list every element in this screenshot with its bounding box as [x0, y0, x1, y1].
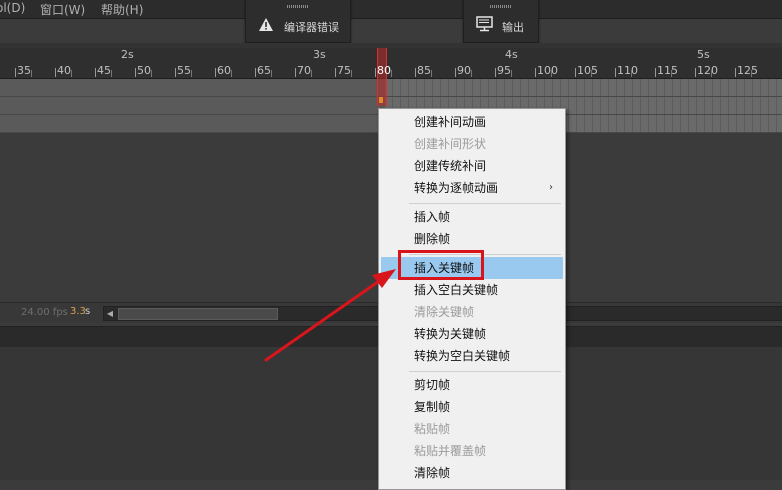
second-label: 2s [121, 48, 134, 61]
warning-icon [259, 18, 273, 31]
triangle-left-icon[interactable]: ◀ [104, 307, 116, 320]
layer-frames[interactable] [385, 79, 782, 97]
grip-handle[interactable] [490, 5, 512, 8]
frame-label: 45 [97, 64, 111, 77]
elapsed-time[interactable]: 3.3 [70, 306, 86, 317]
output-tab[interactable]: 输出 [463, 0, 539, 43]
second-label: 5s [697, 48, 710, 61]
frame-label: 75 [337, 64, 351, 77]
frame-label: 90 [457, 64, 471, 77]
output-label: 输出 [502, 21, 524, 34]
chevron-right-icon: › [549, 182, 553, 193]
frame-label: 125 [737, 64, 758, 77]
highlight-annotation-box [398, 250, 484, 280]
menu-item-convert-to-frame-by-frame[interactable]: 转换为逐帧动画 › [381, 177, 563, 199]
frame-label: 55 [177, 64, 191, 77]
menu-item-insert-frame[interactable]: 插入帧 [381, 206, 563, 228]
fps-readout[interactable]: 24.00 fps [21, 307, 68, 318]
frame-label: 65 [257, 64, 271, 77]
menu-item-clear-frames[interactable]: 清除帧 [381, 462, 563, 484]
menu-item-copy-frames[interactable]: 复制帧 [381, 396, 563, 418]
menu-control[interactable]: ol(D) [0, 1, 25, 15]
menu-item-paste-and-overwrite-frames[interactable]: 粘贴并覆盖帧 [381, 440, 563, 462]
menu-item-create-classic-tween[interactable]: 创建传统补间 [381, 155, 563, 177]
menu-separator [409, 203, 561, 204]
compile-errors-label: 编译器错误 [284, 21, 339, 34]
menu-item-create-motion-tween[interactable]: 创建补间动画 [381, 111, 563, 133]
menu-item-convert-to-keyframe[interactable]: 转换为关键帧 [381, 323, 563, 345]
frame-label: 85 [417, 64, 431, 77]
elapsed-unit: s [85, 306, 91, 317]
compile-errors-tab[interactable]: 编译器错误 [245, 0, 351, 43]
menu-item-paste-frames[interactable]: 粘贴帧 [381, 418, 563, 440]
frame-label: 95 [497, 64, 511, 77]
menu-window[interactable]: 窗口(W) [40, 1, 85, 18]
menu-help[interactable]: 帮助(H) [101, 1, 143, 18]
context-menu: 创建补间动画 创建补间形状 创建传统补间 转换为逐帧动画 › 插入帧 删除帧 插入… [378, 108, 566, 490]
menu-bar: ol(D) 窗口(W) 帮助(H) [0, 0, 782, 19]
grip-handle[interactable] [287, 5, 309, 8]
frame-label: 105 [577, 64, 598, 77]
monitor-icon [476, 16, 493, 32]
timeline-ruler[interactable]: 2s 3s 4s 5s 35 40 45 50 55 60 65 70 75 8… [0, 48, 782, 79]
menu-item-cut-frames[interactable]: 剪切帧 [381, 374, 563, 396]
frame-label: 35 [17, 64, 31, 77]
menu-item-insert-blank-keyframe[interactable]: 插入空白关键帧 [381, 279, 563, 301]
second-label: 3s [313, 48, 326, 61]
frame-label: 115 [657, 64, 678, 77]
scrollbar-thumb[interactable] [118, 308, 278, 320]
menu-item-create-shape-tween[interactable]: 创建补间形状 [381, 133, 563, 155]
keyframe-marker[interactable] [379, 97, 383, 103]
menu-item-clear-keyframe[interactable]: 清除关键帧 [381, 301, 563, 323]
frame-label: 100 [537, 64, 558, 77]
frame-label: 60 [217, 64, 231, 77]
frame-label: 70 [297, 64, 311, 77]
menu-separator [409, 371, 561, 372]
menu-item-convert-to-blank-keyframe[interactable]: 转换为空白关键帧 [381, 345, 563, 367]
playhead-frame-label: 80 [377, 64, 391, 77]
menu-item-delete-frame[interactable]: 删除帧 [381, 228, 563, 250]
frame-label: 120 [697, 64, 718, 77]
frame-label: 50 [137, 64, 151, 77]
second-label: 4s [505, 48, 518, 61]
frame-label: 110 [617, 64, 638, 77]
frame-label: 40 [57, 64, 71, 77]
